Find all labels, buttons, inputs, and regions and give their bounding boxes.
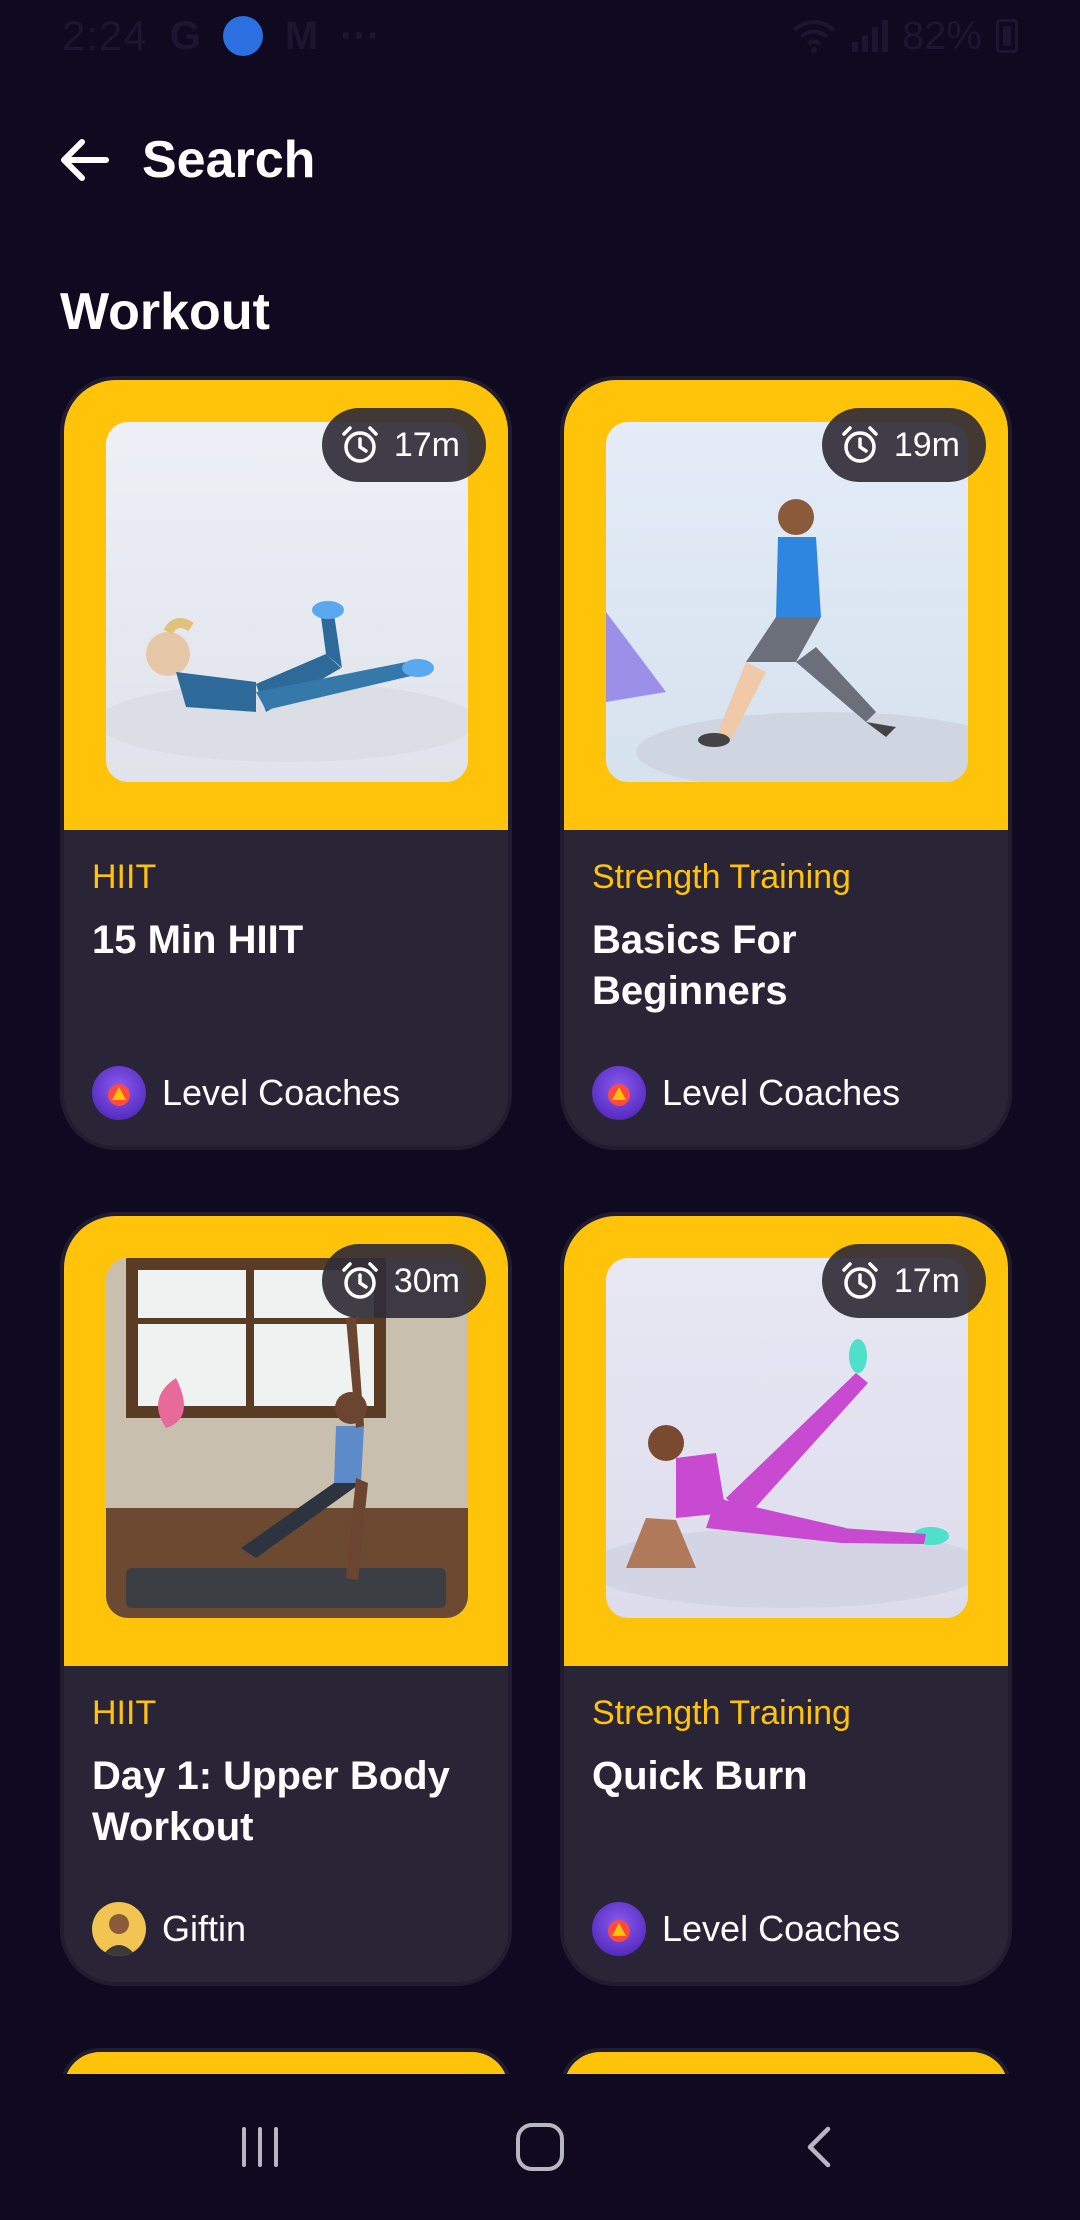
duration-label: 17m [893, 1261, 960, 1300]
alarm-clock-icon [842, 426, 878, 463]
card-category: HIIT [92, 1694, 157, 1732]
card-title: Day 1: Upper Body Workout [92, 1754, 450, 1849]
duration-badge: 17m [321, 408, 486, 482]
card-title: 15 Min HIIT [92, 918, 304, 962]
card-title: Basics For Beginners [592, 918, 797, 1013]
workout-card-partial[interactable] [560, 2048, 1012, 2076]
author-name: Level Coaches [662, 1072, 901, 1113]
author-name: Level Coaches [162, 1072, 401, 1113]
app-icon [222, 16, 263, 56]
duration-label: 30m [393, 1261, 460, 1300]
alarm-clock-icon [342, 1262, 378, 1299]
system-nav-bar [0, 2074, 1080, 2220]
alarm-clock-icon [342, 426, 378, 463]
workout-card[interactable]: 30m HIIT Day 1: Upper Body Workout Gifti… [60, 1212, 512, 1986]
alarm-clock-icon [842, 1262, 878, 1299]
card-category: Strength Training [592, 858, 851, 896]
author-name: Giftin [162, 1908, 247, 1949]
workout-card[interactable]: 19m Strength Training Basics For Beginne… [560, 376, 1012, 1150]
card-title: Quick Burn [592, 1754, 808, 1798]
workout-card[interactable]: 17m HIIT 15 Min HIIT Level Coaches [60, 376, 512, 1150]
more-icon: ··· [340, 13, 381, 58]
giftin-avatar [92, 1902, 146, 1956]
card-header: 19m [564, 380, 1008, 830]
gmail-icon: M [284, 13, 319, 58]
workout-card[interactable]: 17m Strength Training Quick Burn Level C… [560, 1212, 1012, 1986]
wifi-icon [792, 20, 836, 53]
duration-badge: 19m [821, 408, 986, 482]
back-button[interactable] [56, 132, 112, 188]
workout-grid: 17m HIIT 15 Min HIIT Level Coaches 19m S… [60, 376, 1012, 2076]
card-header: 30m [64, 1216, 508, 1666]
card-body: Strength Training Basics For Beginners L… [564, 830, 1008, 1146]
workout-card-partial[interactable] [60, 2048, 512, 2076]
card-category: Strength Training [592, 1694, 851, 1732]
header: Search [56, 130, 315, 190]
recent-apps-button[interactable] [200, 2097, 320, 2197]
google-icon: G [169, 13, 201, 58]
battery-icon [996, 19, 1018, 53]
home-button[interactable] [480, 2097, 600, 2197]
recent-apps-icon [242, 2127, 278, 2167]
chevron-left-icon [807, 2126, 831, 2168]
duration-badge: 17m [821, 1244, 986, 1318]
card-author: Giftin [92, 1902, 246, 1956]
level-coaches-avatar [592, 1066, 646, 1120]
status-bar: 2:24 G M ··· 82% [0, 0, 1080, 72]
card-body: Strength Training Quick Burn Level Coach… [564, 1666, 1008, 1982]
card-author: Level Coaches [92, 1066, 400, 1120]
card-category: HIIT [92, 858, 157, 896]
author-name: Level Coaches [662, 1908, 901, 1949]
back-arrow-icon [61, 139, 109, 181]
duration-label: 19m [893, 425, 960, 464]
card-body: HIIT Day 1: Upper Body Workout Giftin [64, 1666, 508, 1982]
status-time: 2:24 [62, 12, 148, 59]
home-icon [516, 2123, 564, 2171]
signal-icon [851, 20, 888, 52]
back-nav-button[interactable] [760, 2097, 880, 2197]
battery-percent: 82% [901, 13, 982, 58]
card-author: Level Coaches [592, 1066, 900, 1120]
level-coaches-avatar [92, 1066, 146, 1120]
card-header: 17m [564, 1216, 1008, 1666]
level-coaches-avatar [592, 1902, 646, 1956]
duration-label: 17m [393, 425, 460, 464]
card-body: HIIT 15 Min HIIT Level Coaches [64, 830, 508, 1146]
duration-badge: 30m [321, 1244, 486, 1318]
section-title: Workout [60, 283, 270, 341]
card-author: Level Coaches [592, 1902, 900, 1956]
page-title: Search [142, 131, 316, 189]
card-header: 17m [64, 380, 508, 830]
